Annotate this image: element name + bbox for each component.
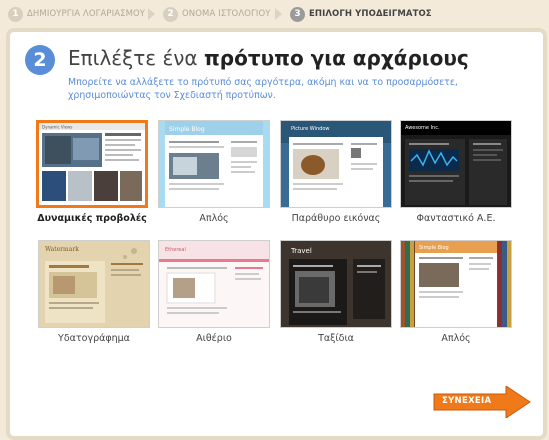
- page-title: Επιλέξτε ένα πρότυπο για αρχάριους: [68, 46, 469, 70]
- step-number-1: 1: [8, 6, 23, 22]
- template-label[interactable]: Απλός: [400, 333, 512, 344]
- template-thumbnail[interactable]: Dynamic Views: [36, 120, 148, 208]
- continue-label[interactable]: ΣΥΝΕΧΕΙΑ: [442, 396, 491, 406]
- thumb-title: Ethereal: [165, 247, 186, 253]
- template-picture-window[interactable]: Picture Window Παράθυρο εικόνας: [280, 120, 392, 224]
- step-arrow-icon: [148, 8, 155, 20]
- template-label[interactable]: Φανταστικό Α.Ε.: [400, 213, 512, 224]
- template-thumbnail[interactable]: Watermark: [38, 240, 150, 328]
- template-label[interactable]: Ταξίδια: [280, 333, 392, 344]
- step-number-3: 3: [290, 6, 305, 22]
- wizard-steps: 1 ΔΗΜΙΟΥΡΓΙΑ ΛΟΓΑΡΙΑΣΜΟΥ 2 ΟΝΟΜΑ ΙΣΤΟΛΟΓ…: [0, 0, 549, 28]
- template-thumbnail[interactable]: Simple Blog: [400, 240, 512, 328]
- template-panel: 2 Επιλέξτε ένα πρότυπο για αρχάριους Μπο…: [6, 28, 547, 440]
- template-dynamic-views[interactable]: Dynamic Views Δυναμικές προβολές: [36, 120, 148, 224]
- thumb-title: Picture Window: [291, 126, 330, 132]
- template-thumbnail[interactable]: Picture Window: [280, 120, 392, 208]
- template-simple-2[interactable]: Simple Blog Απλός: [400, 240, 512, 344]
- thumb-title: Watermark: [45, 246, 79, 253]
- template-simple[interactable]: Simple Blog Απλός: [158, 120, 270, 224]
- step-create-account: 1 ΔΗΜΙΟΥΡΓΙΑ ΛΟΓΑΡΙΑΣΜΟΥ: [8, 5, 145, 23]
- step-number-2: 2: [163, 6, 178, 22]
- thumb-title: Simple Blog: [169, 126, 205, 133]
- step-label: ΟΝΟΜΑ ΙΣΤΟΛΟΓΙΟΥ: [182, 9, 271, 19]
- template-travel[interactable]: Travel Ταξίδια: [280, 240, 392, 344]
- thumb-title: Dynamic Views: [42, 125, 73, 130]
- step-label: ΔΗΜΙΟΥΡΓΙΑ ΛΟΓΑΡΙΑΣΜΟΥ: [27, 9, 146, 19]
- template-label[interactable]: Αιθέριο: [158, 333, 270, 344]
- template-thumbnail[interactable]: Simple Blog: [158, 120, 270, 208]
- title-prefix: Επιλέξτε ένα: [68, 46, 204, 70]
- template-label[interactable]: Δυναμικές προβολές: [36, 213, 148, 224]
- step-badge: 2: [25, 45, 55, 75]
- template-awesome-inc[interactable]: Awesome Inc. Φανταστικό Α.Ε.: [400, 120, 512, 224]
- template-thumbnail[interactable]: Ethereal: [158, 240, 270, 328]
- template-label[interactable]: Παράθυρο εικόνας: [280, 213, 392, 224]
- step-blog-name: 2 ΟΝΟΜΑ ΙΣΤΟΛΟΓΙΟΥ: [163, 5, 271, 23]
- step-arrow-icon: [275, 8, 282, 20]
- template-label[interactable]: Απλός: [158, 213, 270, 224]
- template-label[interactable]: Υδατογράφημα: [38, 333, 150, 344]
- thumb-title: Travel: [290, 247, 312, 255]
- template-thumbnail[interactable]: Travel: [280, 240, 392, 328]
- page-subtitle: Μπορείτε να αλλάξετε το πρότυπό σας αργό…: [68, 77, 458, 101]
- thumb-title: Simple Blog: [419, 245, 449, 251]
- continue-button[interactable]: ΣΥΝΕΧΕΙΑ: [432, 386, 532, 418]
- template-watermark[interactable]: Watermark Υδατογράφημα: [38, 240, 150, 344]
- template-thumbnail[interactable]: Awesome Inc.: [400, 120, 512, 208]
- step-label: ΕΠΙΛΟΓΗ ΥΠΟΔΕΙΓΜΑΤΟΣ: [309, 9, 432, 19]
- step-choose-template: 3 ΕΠΙΛΟΓΗ ΥΠΟΔΕΙΓΜΑΤΟΣ: [290, 5, 432, 23]
- template-ethereal[interactable]: Ethereal Αιθέριο: [158, 240, 270, 344]
- thumb-title: Awesome Inc.: [405, 125, 440, 131]
- title-bold: πρότυπο για αρχάριους: [203, 46, 469, 70]
